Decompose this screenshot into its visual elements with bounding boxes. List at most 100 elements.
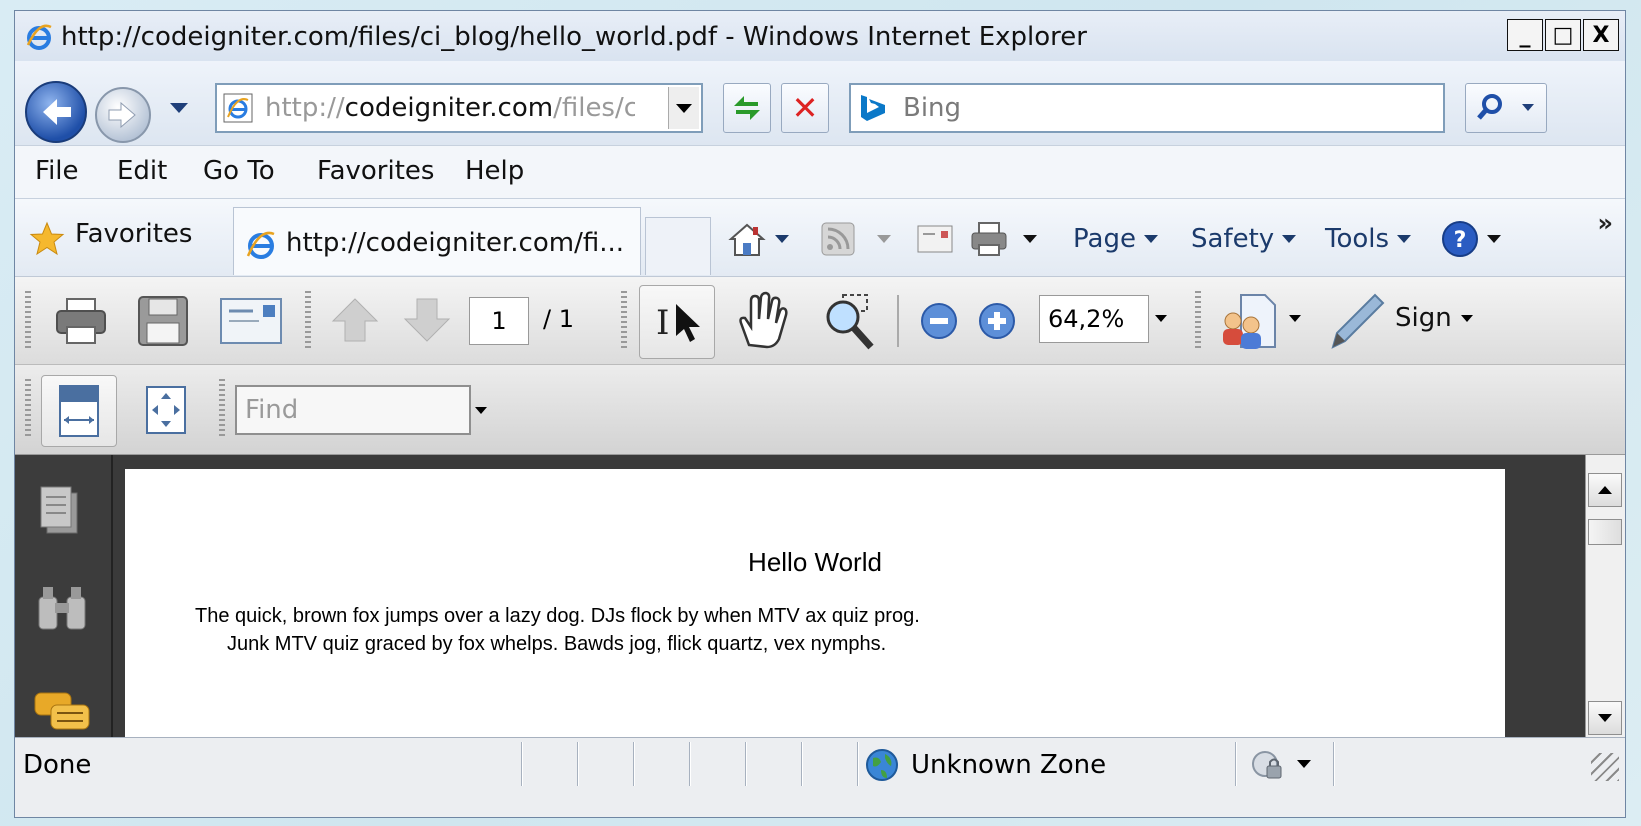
zoom-in-icon[interactable] <box>977 301 1017 341</box>
status-panel <box>1235 742 1237 786</box>
address-input[interactable]: http://codeigniter.com/files/ci_blog/hel… <box>265 93 635 123</box>
home-icon <box>728 223 766 256</box>
menu-help[interactable]: Help <box>465 156 524 186</box>
page-total: / 1 <box>543 305 574 333</box>
close-button[interactable]: X <box>1583 19 1619 51</box>
fit-width-button[interactable] <box>41 375 117 447</box>
collaborate-icon[interactable] <box>1219 291 1279 353</box>
toolbar-grip[interactable] <box>621 291 627 351</box>
select-tool-button[interactable]: I <box>639 285 715 359</box>
save-icon[interactable] <box>135 293 191 349</box>
security-zone[interactable]: Unknown Zone <box>911 750 1106 780</box>
scroll-up-icon <box>1598 486 1612 494</box>
zoom-out-icon[interactable] <box>919 301 959 341</box>
scroll-thumb[interactable] <box>1588 519 1622 545</box>
toolbar-grip[interactable] <box>1195 291 1201 351</box>
find-options-dropdown[interactable] <box>475 407 487 414</box>
svg-text:I: I <box>656 303 669 343</box>
maximize-button[interactable]: □ <box>1545 19 1581 51</box>
mail-icon <box>917 225 953 253</box>
forward-button[interactable] <box>95 87 151 143</box>
address-dropdown-button[interactable] <box>668 87 699 129</box>
search-input[interactable]: Bing <box>903 93 961 123</box>
toolbar-grip[interactable] <box>305 291 311 351</box>
fit-page-icon[interactable] <box>139 383 193 437</box>
new-tab-button[interactable] <box>645 217 711 275</box>
address-bar[interactable]: http://codeigniter.com/files/ci_blog/hel… <box>215 83 703 133</box>
home-button[interactable] <box>727 217 789 261</box>
back-button[interactable] <box>25 81 87 143</box>
tools-menu-button[interactable]: Tools <box>1325 217 1412 261</box>
refresh-button[interactable] <box>723 83 771 133</box>
vertical-scrollbar[interactable] <box>1585 455 1625 737</box>
email-icon[interactable] <box>219 297 283 345</box>
status-text: Done <box>23 750 92 780</box>
pen-icon[interactable] <box>1325 289 1389 353</box>
comments-icon[interactable] <box>33 691 91 737</box>
tab-current[interactable]: http://codeigniter.com/fi... <box>233 207 641 275</box>
safety-menu-label: Safety <box>1191 224 1275 254</box>
menu-file[interactable]: File <box>35 156 79 186</box>
marquee-zoom-icon[interactable] <box>819 291 881 353</box>
url-path: /files/ci_blog/hello_world.pdf <box>553 93 635 123</box>
help-dropdown-icon[interactable] <box>1487 235 1501 243</box>
page-ie-icon <box>223 93 253 123</box>
chevron-down-icon <box>676 103 692 113</box>
search-button[interactable] <box>1465 83 1547 133</box>
collaborate-dropdown-button[interactable] <box>1289 315 1301 322</box>
print-command-button[interactable] <box>969 217 1037 261</box>
search-icon <box>1477 94 1502 120</box>
navigation-panel <box>15 455 113 737</box>
protected-mode-dropdown[interactable] <box>1297 760 1311 768</box>
toolbar-grip[interactable] <box>25 379 31 439</box>
sign-dropdown-button[interactable] <box>1461 315 1473 322</box>
print-icon[interactable] <box>53 295 109 347</box>
svg-text:?: ? <box>1454 228 1467 253</box>
help-menu-button[interactable]: ? <box>1441 217 1501 261</box>
down-arrow-icon[interactable] <box>401 295 453 345</box>
reader-toolbar: 1 / 1 I 64,2% Sign <box>15 277 1625 365</box>
toolbar-grip[interactable] <box>219 379 225 439</box>
zoom-dropdown-button[interactable] <box>1155 315 1167 322</box>
document-line-1: The quick, brown fox jumps over a lazy d… <box>195 605 920 627</box>
menu-go-to[interactable]: Go To <box>203 156 275 186</box>
pages-icon[interactable] <box>37 483 85 539</box>
toolbar-grip[interactable] <box>25 291 31 351</box>
ie-window: http://codeigniter.com/files/ci_blog/hel… <box>14 10 1626 818</box>
forward-arrow-icon <box>108 101 136 129</box>
recent-pages-dropdown[interactable] <box>170 103 188 113</box>
safety-menu-button[interactable]: Safety <box>1191 217 1297 261</box>
stop-button[interactable]: ✕ <box>781 83 829 133</box>
menu-bar: File Edit Go To Favorites Help <box>15 145 1625 199</box>
print-dropdown-icon[interactable] <box>1023 235 1037 243</box>
page-menu-label: Page <box>1073 224 1136 254</box>
status-panel <box>745 742 747 786</box>
globe-icon <box>866 749 898 781</box>
protected-mode-icon[interactable] <box>1251 748 1285 782</box>
find-input[interactable]: Find <box>235 385 471 435</box>
scroll-down-button[interactable] <box>1588 701 1622 735</box>
status-panel <box>801 742 803 786</box>
sign-button[interactable]: Sign <box>1395 303 1452 333</box>
up-arrow-icon[interactable] <box>329 295 381 345</box>
search-box[interactable]: Bing <box>849 83 1445 133</box>
read-mail-button[interactable] <box>917 217 953 261</box>
hand-tool-icon[interactable] <box>731 289 791 353</box>
page-menu-button[interactable]: Page <box>1073 217 1158 261</box>
more-commands-button[interactable]: » <box>1597 209 1613 237</box>
feeds-dropdown-icon[interactable] <box>877 235 891 243</box>
menu-edit[interactable]: Edit <box>117 156 167 186</box>
search-options-dropdown[interactable] <box>1522 104 1534 111</box>
scroll-up-button[interactable] <box>1588 473 1622 507</box>
minimize-button[interactable]: _ <box>1507 19 1543 51</box>
favorites-button[interactable]: Favorites <box>75 219 192 249</box>
resize-grip[interactable] <box>1591 753 1619 781</box>
chevron-down-icon <box>1143 235 1158 243</box>
status-panel <box>577 742 579 786</box>
menu-favorites[interactable]: Favorites <box>317 156 434 186</box>
zoom-input[interactable]: 64,2% <box>1039 295 1149 343</box>
binoculars-icon[interactable] <box>35 583 89 633</box>
home-dropdown-icon[interactable] <box>775 235 789 243</box>
page-number-input[interactable]: 1 <box>469 297 529 345</box>
feeds-button[interactable] <box>821 217 891 261</box>
